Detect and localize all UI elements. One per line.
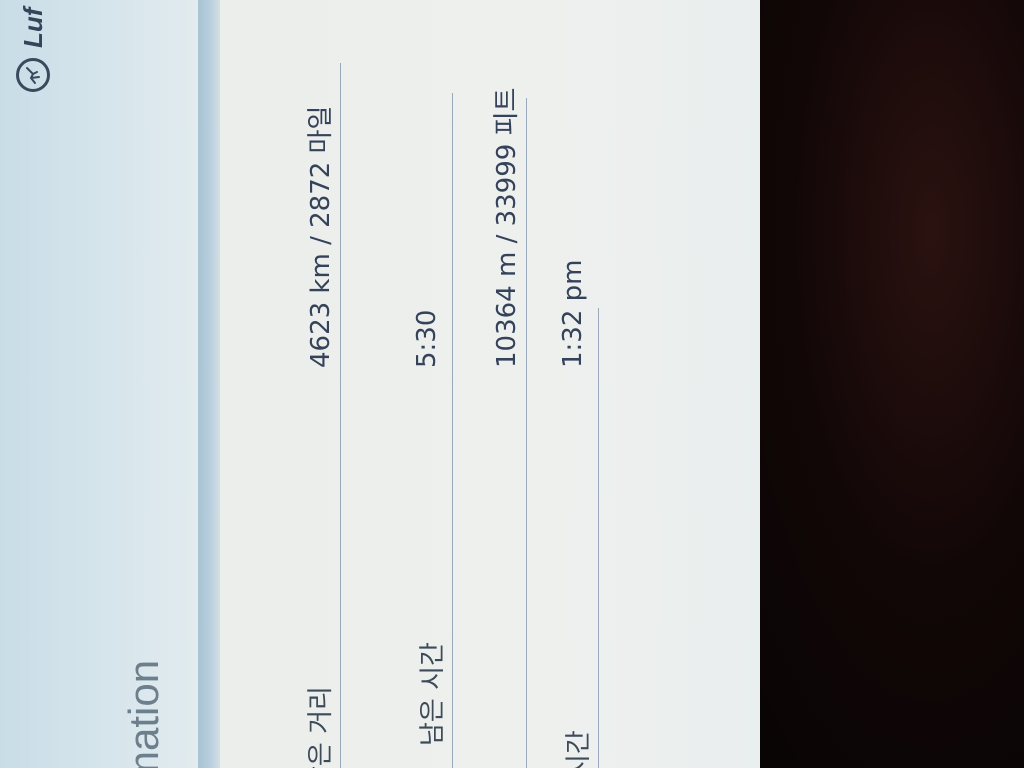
row-label: 남은 거리 (306, 686, 336, 768)
row-divider (598, 308, 599, 768)
airline-name: Luf (17, 7, 48, 48)
row-label: 남은 시간 (418, 642, 448, 746)
airline-brand: Luf (16, 8, 50, 92)
row-value: 10364 m / 33999 피트 (492, 87, 522, 368)
page-title: mation (120, 659, 167, 768)
row-value: 4623 km / 2872 마일 (306, 105, 336, 368)
flight-info-panel: mation Luf 남은 거리 4623 km / 2872 마일 남은 시간… (0, 0, 760, 768)
row-label: 시간 (564, 730, 594, 768)
row-value: 1:32 pm (558, 259, 588, 368)
row-divider (526, 98, 527, 768)
row-value: 5:30 (412, 309, 442, 368)
row-divider (452, 93, 453, 768)
row-divider (340, 63, 341, 768)
header-band (198, 0, 220, 768)
screen-bezel (715, 0, 1024, 768)
photo: mation Luf 남은 거리 4623 km / 2872 마일 남은 시간… (0, 0, 1024, 768)
panel-header: mation Luf (0, 0, 205, 768)
crane-logo-icon (16, 58, 50, 92)
info-table: 남은 거리 4623 km / 2872 마일 남은 시간 5:30 10364… (220, 0, 760, 768)
